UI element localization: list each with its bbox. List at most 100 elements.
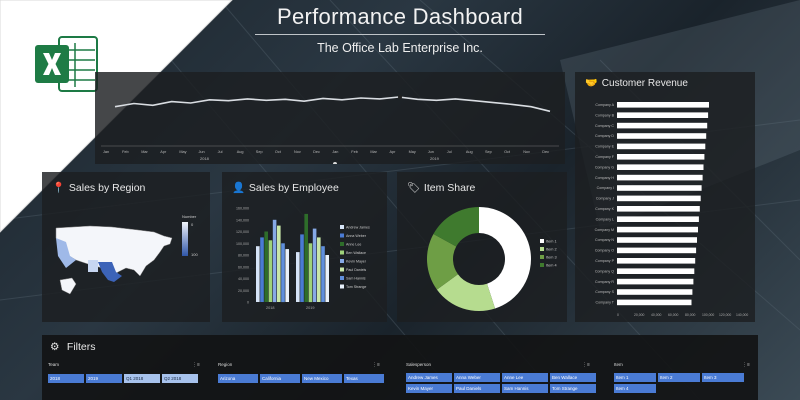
employee-bar[interactable] bbox=[325, 255, 329, 302]
employee-bar[interactable] bbox=[264, 231, 268, 303]
customer-bar[interactable] bbox=[617, 143, 706, 150]
team-chip[interactable]: 2018 bbox=[48, 374, 84, 383]
region-chip[interactable]: Arizona bbox=[218, 374, 258, 383]
timeline-month-label[interactable]: Aug bbox=[466, 150, 473, 154]
customer-bar[interactable] bbox=[617, 289, 693, 295]
customer-bar[interactable] bbox=[617, 216, 699, 222]
employee-bar[interactable] bbox=[285, 249, 289, 302]
region-chip[interactable]: New Mexico bbox=[302, 374, 342, 383]
employee-bar[interactable] bbox=[268, 240, 273, 302]
employee-legend-label[interactable]: Kevin Mayer bbox=[346, 260, 367, 264]
item-chip[interactable]: Item 1 bbox=[614, 373, 656, 382]
employee-bar[interactable] bbox=[300, 234, 304, 302]
customer-bar[interactable] bbox=[617, 133, 707, 139]
timeline-month-label[interactable]: Apr bbox=[390, 150, 397, 154]
timeline-month-label[interactable]: Jul bbox=[218, 150, 223, 154]
item-chip[interactable]: Item 2 bbox=[658, 373, 700, 382]
team-chip[interactable]: 2019 bbox=[86, 374, 122, 383]
item-legend-label[interactable]: Item 4 bbox=[546, 264, 557, 268]
customer-bar[interactable] bbox=[617, 268, 695, 274]
timeline-month-label[interactable]: May bbox=[179, 150, 186, 154]
timeline-chart[interactable]: Jan Feb Mar Apr May Jun Jul Aug Sep Oct Nov Dec Jan F… bbox=[95, 72, 565, 166]
employee-bar[interactable] bbox=[304, 213, 308, 302]
employee-legend-label[interactable]: Tom Strange bbox=[346, 285, 366, 289]
item-share-chart[interactable]: Item 1 Item 2 Item 3 Item 4 bbox=[397, 172, 567, 322]
employee-legend-label[interactable]: Sam Hannis bbox=[346, 277, 366, 281]
timeline-scroll-handle[interactable] bbox=[333, 162, 337, 166]
timeline-month-label[interactable]: May bbox=[409, 150, 416, 154]
salesperson-chip[interactable]: Tom Strange bbox=[550, 384, 596, 393]
customer-bar[interactable] bbox=[617, 122, 708, 129]
new-mexico-region[interactable] bbox=[88, 260, 98, 272]
customer-bar[interactable] bbox=[617, 112, 709, 118]
salesperson-chip[interactable]: Paul Daniels bbox=[454, 384, 500, 393]
customer-bar[interactable] bbox=[617, 102, 709, 108]
timeline-month-label[interactable]: Jun bbox=[428, 150, 434, 154]
customer-bar[interactable] bbox=[617, 174, 703, 181]
timeline-month-label[interactable]: Dec bbox=[542, 150, 549, 154]
timeline-month-label[interactable]: Mar bbox=[370, 150, 377, 154]
employee-legend-label[interactable]: Anna Weber bbox=[346, 234, 367, 238]
item-legend-label[interactable]: Item 3 bbox=[546, 256, 557, 260]
region-chip[interactable]: Texas bbox=[344, 374, 384, 383]
employee-legend-label[interactable]: Ben Wallace bbox=[346, 251, 366, 255]
employee-bar[interactable] bbox=[281, 243, 285, 303]
alaska-region[interactable] bbox=[59, 277, 77, 295]
salesperson-chip[interactable]: Sam Hannis bbox=[502, 384, 548, 393]
timeline-month-label[interactable]: Jul bbox=[447, 150, 452, 154]
team-chip[interactable]: Q2 2018 bbox=[162, 374, 198, 383]
timeline-month-label[interactable]: Jun bbox=[199, 150, 205, 154]
salesperson-chip[interactable]: Anne Lee bbox=[502, 373, 548, 382]
employee-bar[interactable] bbox=[296, 252, 300, 302]
timeline-month-label[interactable]: Jan bbox=[103, 150, 109, 154]
item-legend-label[interactable]: Item 2 bbox=[546, 248, 557, 252]
employee-legend-label[interactable]: Andrew James bbox=[346, 226, 370, 230]
employee-bar[interactable] bbox=[256, 246, 260, 302]
timeline-month-label[interactable]: Dec bbox=[313, 150, 320, 154]
timeline-month-label[interactable]: Sep bbox=[256, 150, 263, 154]
customer-bar[interactable] bbox=[617, 195, 701, 202]
item-chip[interactable]: Item 3 bbox=[702, 373, 744, 382]
timeline-month-label[interactable]: Nov bbox=[523, 150, 530, 154]
usa-map[interactable]: Number 0 100 bbox=[42, 172, 210, 322]
timeline-panel[interactable]: Jan Feb Mar Apr May Jun Jul Aug Sep Oct Nov Dec Jan F… bbox=[95, 72, 565, 166]
timeline-month-label[interactable]: Oct bbox=[275, 150, 282, 154]
timeline-month-label[interactable]: Feb bbox=[122, 150, 129, 154]
timeline-month-label[interactable]: Nov bbox=[294, 150, 301, 154]
customer-bar[interactable] bbox=[617, 299, 692, 306]
employee-bar[interactable] bbox=[321, 246, 325, 302]
customer-bar[interactable] bbox=[617, 154, 705, 160]
salesperson-chip[interactable]: Ben Wallace bbox=[550, 373, 596, 382]
timeline-month-label[interactable]: Mar bbox=[141, 150, 148, 154]
timeline-month-label[interactable]: Sep bbox=[485, 150, 492, 154]
customer-bar[interactable] bbox=[617, 226, 698, 233]
employee-bar[interactable] bbox=[272, 219, 277, 303]
customer-bar[interactable] bbox=[617, 185, 702, 191]
employee-bar[interactable] bbox=[260, 237, 264, 302]
customer-revenue-chart[interactable]: Company A Company B Company C Company D Comp… bbox=[575, 72, 755, 322]
multi-select-icon[interactable]: ⋮≡ bbox=[372, 362, 380, 368]
employee-bar[interactable] bbox=[308, 243, 313, 303]
team-chip[interactable]: Q1 2018 bbox=[124, 374, 160, 383]
item-legend-label[interactable]: Item 1 bbox=[546, 240, 557, 244]
multi-select-icon[interactable]: ⋮≡ bbox=[742, 362, 750, 368]
timeline-month-label[interactable]: Oct bbox=[504, 150, 511, 154]
salesperson-chip[interactable]: Andrew James bbox=[406, 373, 452, 382]
employee-bar[interactable] bbox=[317, 237, 321, 302]
employee-legend-label[interactable]: Anne Lee bbox=[346, 243, 361, 247]
employee-legend-label[interactable]: Paul Daniels bbox=[346, 268, 366, 272]
employee-bar[interactable] bbox=[277, 225, 281, 302]
customer-bar[interactable] bbox=[617, 247, 697, 254]
region-chip[interactable]: California bbox=[260, 374, 300, 383]
customer-bar[interactable] bbox=[617, 278, 694, 285]
customer-bar[interactable] bbox=[617, 258, 696, 264]
employee-bar[interactable] bbox=[312, 228, 317, 302]
customer-bar[interactable] bbox=[617, 164, 704, 170]
timeline-month-label[interactable]: Jan bbox=[332, 150, 338, 154]
timeline-month-label[interactable]: Feb bbox=[351, 150, 358, 154]
item-chip[interactable]: Item 4 bbox=[614, 384, 656, 393]
customer-bar[interactable] bbox=[617, 237, 697, 243]
timeline-month-label[interactable]: Aug bbox=[237, 150, 244, 154]
salesperson-chip[interactable]: Kevin Mayer bbox=[406, 384, 452, 393]
multi-select-icon[interactable]: ⋮≡ bbox=[582, 362, 590, 368]
